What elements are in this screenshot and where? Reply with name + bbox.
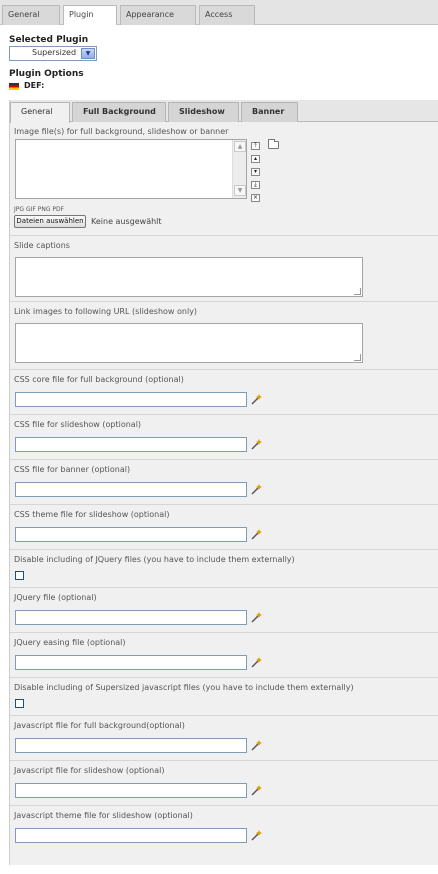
- chevron-down-icon[interactable]: ▼: [81, 48, 95, 59]
- js-slideshow-input[interactable]: [15, 783, 247, 798]
- css-theme-label: CSS theme file for slideshow (optional): [14, 510, 170, 519]
- move-bottom-icon[interactable]: ⤓: [251, 181, 260, 189]
- disable-supersized-label: Disable including of Supersized javascri…: [14, 683, 354, 692]
- js-theme-label: Javascript theme file for slideshow (opt…: [14, 811, 193, 820]
- plugin-select-value: Supersized: [32, 48, 77, 57]
- plugin-select[interactable]: Supersized ▼: [9, 46, 97, 61]
- scroll-up-icon[interactable]: ▲: [234, 141, 246, 152]
- tab-access[interactable]: Access: [199, 5, 255, 25]
- js-full-background-input[interactable]: [15, 738, 247, 753]
- link-url-textarea[interactable]: [15, 323, 363, 363]
- subtab-slideshow[interactable]: Slideshow: [168, 102, 239, 122]
- js-slideshow-label: Javascript file for slideshow (optional): [14, 766, 165, 775]
- css-core-field: CSS core file for full background (optio…: [10, 370, 438, 415]
- css-slideshow-label: CSS file for slideshow (optional): [14, 420, 142, 429]
- wizard-wand-icon[interactable]: [251, 483, 263, 495]
- choose-files-button[interactable]: Dateien auswählen: [14, 215, 86, 228]
- disable-jquery-checkbox[interactable]: [15, 571, 24, 580]
- disable-supersized-checkbox[interactable]: [15, 699, 24, 708]
- german-flag-icon: [9, 83, 19, 90]
- move-top-icon[interactable]: ⤒: [251, 142, 260, 150]
- slide-captions-label: Slide captions: [14, 241, 70, 250]
- css-core-input[interactable]: [15, 392, 247, 407]
- wizard-wand-icon[interactable]: [251, 393, 263, 405]
- move-down-icon[interactable]: ▾: [251, 168, 260, 176]
- css-banner-field: CSS file for banner (optional): [10, 460, 438, 505]
- image-files-field: Image file(s) for full background, slide…: [10, 122, 438, 236]
- options-tab-bar: General Full Background Slideshow Banner: [10, 100, 438, 123]
- js-full-background-label: Javascript file for full background(opti…: [14, 721, 185, 730]
- css-banner-label: CSS file for banner (optional): [14, 465, 131, 474]
- disable-supersized-field: Disable including of Supersized javascri…: [10, 678, 438, 716]
- js-theme-input[interactable]: [15, 828, 247, 843]
- wizard-wand-icon[interactable]: [251, 784, 263, 796]
- tab-plugin[interactable]: Plugin: [63, 5, 117, 26]
- wizard-wand-icon[interactable]: [251, 438, 263, 450]
- css-banner-input[interactable]: [15, 482, 247, 497]
- link-url-label: Link images to following URL (slideshow …: [14, 307, 198, 316]
- wizard-wand-icon[interactable]: [251, 739, 263, 751]
- disable-jquery-field: Disable including of JQuery files (you h…: [10, 550, 438, 588]
- css-slideshow-input[interactable]: [15, 437, 247, 452]
- link-url-field: Link images to following URL (slideshow …: [10, 302, 438, 370]
- allowed-filetypes: JPG GIF PNG PDF: [14, 206, 65, 213]
- wizard-wand-icon[interactable]: [251, 528, 263, 540]
- tab-general[interactable]: General: [2, 5, 60, 25]
- selected-plugin-label: Selected Plugin: [9, 35, 89, 45]
- subtab-general[interactable]: General: [10, 102, 70, 123]
- jquery-file-label: JQuery file (optional): [14, 593, 97, 602]
- disable-jquery-label: Disable including of JQuery files (you h…: [14, 555, 295, 564]
- subtab-banner[interactable]: Banner: [241, 102, 298, 122]
- css-theme-input[interactable]: [15, 527, 247, 542]
- move-up-icon[interactable]: ▴: [251, 155, 260, 163]
- js-slideshow-field: Javascript file for slideshow (optional): [10, 761, 438, 806]
- top-tab-bar: General Plugin Appearance Access: [0, 0, 438, 26]
- delete-icon[interactable]: ×: [251, 194, 260, 202]
- plugin-options-panel: General Full Background Slideshow Banner…: [9, 100, 438, 865]
- slide-captions-textarea[interactable]: [15, 257, 363, 297]
- language-label: DEF:: [24, 81, 45, 90]
- plugin-tab-content: Selected Plugin Supersized ▼ Plugin Opti…: [0, 25, 438, 874]
- image-files-label: Image file(s) for full background, slide…: [14, 127, 229, 136]
- files-scrollbar[interactable]: ▲ ▼: [232, 140, 246, 198]
- jquery-easing-label: JQuery easing file (optional): [14, 638, 126, 647]
- css-core-label: CSS core file for full background (optio…: [14, 375, 184, 384]
- css-theme-field: CSS theme file for slideshow (optional): [10, 505, 438, 550]
- jquery-easing-field: JQuery easing file (optional): [10, 633, 438, 678]
- js-theme-field: Javascript theme file for slideshow (opt…: [10, 806, 438, 851]
- tab-appearance[interactable]: Appearance: [120, 5, 196, 25]
- slide-captions-field: Slide captions: [10, 236, 438, 302]
- jquery-easing-input[interactable]: [15, 655, 247, 670]
- wizard-wand-icon[interactable]: [251, 656, 263, 668]
- js-full-background-field: Javascript file for full background(opti…: [10, 716, 438, 761]
- wizard-wand-icon[interactable]: [251, 611, 263, 623]
- subtab-full-background[interactable]: Full Background: [72, 102, 166, 122]
- css-slideshow-field: CSS file for slideshow (optional): [10, 415, 438, 460]
- folder-icon[interactable]: [268, 139, 279, 149]
- file-status: Keine ausgewählt: [91, 217, 162, 226]
- image-files-list[interactable]: ▲ ▼: [15, 139, 247, 199]
- jquery-file-input[interactable]: [15, 610, 247, 625]
- scroll-down-icon[interactable]: ▼: [234, 185, 246, 196]
- plugin-options-label: Plugin Options: [9, 69, 84, 79]
- wizard-wand-icon[interactable]: [251, 829, 263, 841]
- jquery-file-field: JQuery file (optional): [10, 588, 438, 633]
